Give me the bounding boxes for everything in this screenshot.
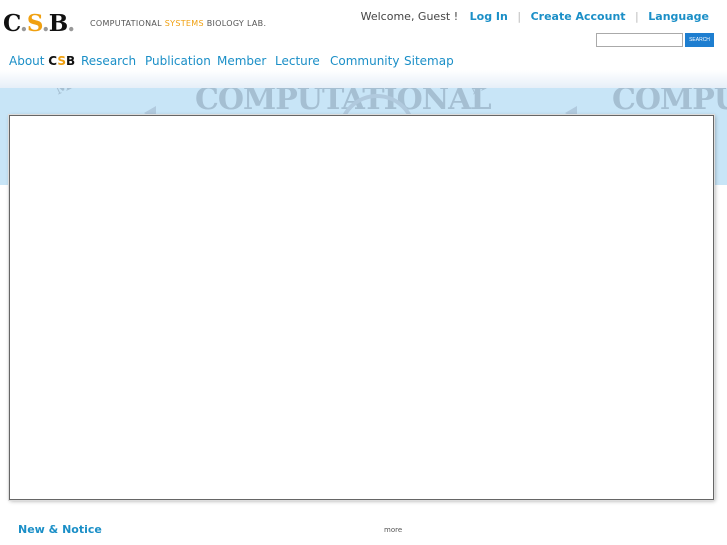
search-button[interactable]: SEARCH — [685, 33, 714, 47]
nav-item-lecture[interactable]: Lecture — [275, 54, 320, 68]
banner-watermark: ME — [53, 88, 82, 98]
banner-watermark: COMPUTATIONAL — [612, 88, 727, 117]
separator: | — [517, 10, 522, 23]
logo-tagline: COMPUTATIONAL SYSTEMS BIOLOGY LAB. — [90, 19, 267, 28]
logo-mark: C.S.B. — [3, 10, 75, 37]
nav-item-publication[interactable]: Publication — [145, 54, 211, 68]
main-content-frame — [9, 115, 714, 500]
welcome-text: Welcome, Guest ! — [360, 10, 459, 23]
nav-item-about[interactable]: About CSB — [9, 54, 75, 68]
user-bar: Welcome, Guest ! Log In | Create Account… — [361, 10, 709, 23]
main-nav: About CSB Research Publication Member Le… — [0, 48, 727, 89]
nav-item-member[interactable]: Member — [217, 54, 266, 68]
login-link[interactable]: Log In — [470, 10, 508, 23]
search-input[interactable] — [596, 33, 683, 47]
notice-section-title: New & Notice — [18, 523, 102, 536]
nav-item-community[interactable]: Community — [330, 54, 399, 68]
language-link[interactable]: Language — [648, 10, 709, 23]
nav-item-sitemap[interactable]: Sitemap — [404, 54, 454, 68]
create-account-link[interactable]: Create Account — [531, 10, 626, 23]
nav-item-research[interactable]: Research — [81, 54, 136, 68]
separator: | — [635, 10, 639, 23]
notice-more-link[interactable]: more — [384, 526, 402, 534]
